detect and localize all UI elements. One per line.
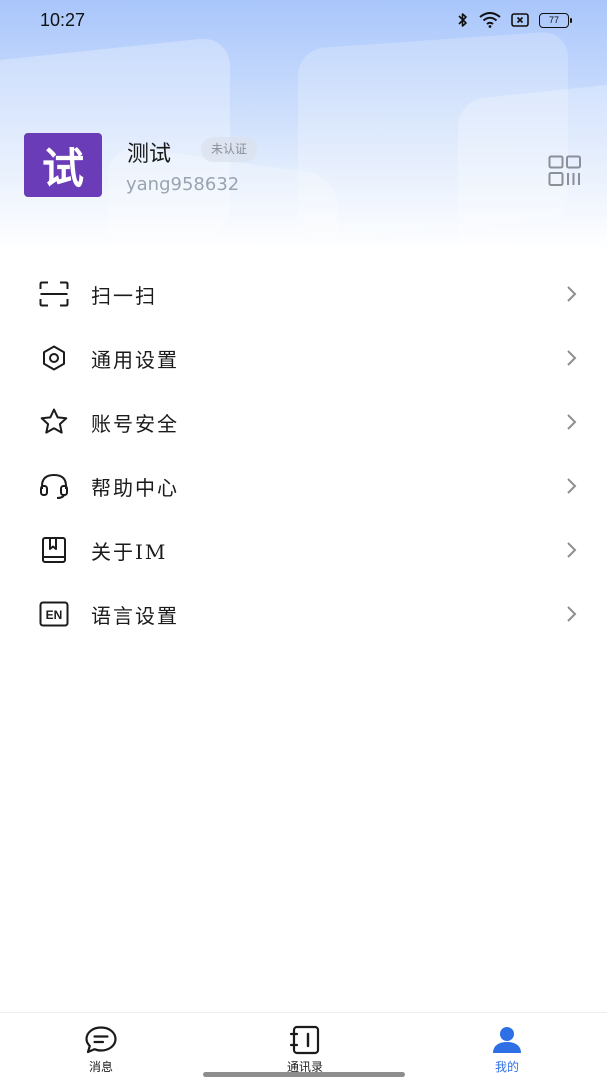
menu-item-general-settings[interactable]: 通用设置 (0, 326, 607, 390)
menu-item-label: 通用设置 (91, 347, 179, 372)
nickname: 测试 (127, 142, 172, 167)
user-id: yang958632 (126, 174, 240, 195)
menu-item-label: 账号安全 (91, 411, 179, 436)
contacts-icon (289, 1025, 320, 1055)
settings-hexagon-icon (38, 342, 70, 374)
menu-item-label: 关于IM (91, 539, 168, 564)
book-icon (38, 534, 70, 566)
headset-icon (38, 470, 70, 502)
chevron-right-icon (567, 414, 577, 430)
battery-icon: 77 (539, 12, 572, 28)
menu-item-label: 帮助中心 (91, 475, 179, 500)
star-icon (38, 406, 70, 438)
chevron-right-icon (567, 286, 577, 302)
language-en-icon: EN (38, 598, 70, 630)
menu-item-account-security[interactable]: 账号安全 (0, 390, 607, 454)
chevron-right-icon (567, 542, 577, 558)
menu-item-language[interactable]: EN 语言设置 (0, 582, 607, 646)
svg-text:EN: EN (46, 608, 63, 622)
settings-menu: 扫一扫 通用设置 账号安全 帮助中心 关于IM EN 语言设置 (0, 262, 607, 646)
nav-label: 我的 (494, 1060, 519, 1074)
menu-item-label: 扫一扫 (91, 283, 157, 308)
menu-item-about[interactable]: 关于IM (0, 518, 607, 582)
status-time: 10:27 (40, 10, 86, 30)
avatar[interactable]: 试 (24, 133, 102, 197)
status-icons: 77 (457, 12, 572, 28)
menu-item-label: 语言设置 (91, 603, 179, 628)
menu-item-scan[interactable]: 扫一扫 (0, 262, 607, 326)
qr-code-icon[interactable] (548, 155, 582, 187)
wifi-icon (479, 12, 501, 28)
nav-label: 消息 (88, 1060, 113, 1074)
profile-icon (493, 1027, 521, 1053)
no-sim-icon (511, 13, 529, 27)
nav-item-messages[interactable]: 消息 (61, 1025, 141, 1075)
nav-item-profile[interactable]: 我的 (467, 1025, 547, 1075)
verify-status-badge: 未认证 (201, 137, 258, 162)
home-indicator[interactable] (203, 1072, 405, 1077)
bluetooth-icon (458, 13, 467, 27)
chevron-right-icon (567, 478, 577, 494)
menu-item-help-center[interactable]: 帮助中心 (0, 454, 607, 518)
chevron-right-icon (567, 606, 577, 622)
status-bar: 10:27 77 (0, 0, 607, 44)
nav-item-contacts[interactable]: 通讯录 (265, 1025, 345, 1075)
chevron-right-icon (567, 350, 577, 366)
message-icon (85, 1026, 117, 1054)
bottom-nav: 消息 通讯录 我的 (0, 1012, 607, 1080)
scan-icon (38, 278, 70, 310)
